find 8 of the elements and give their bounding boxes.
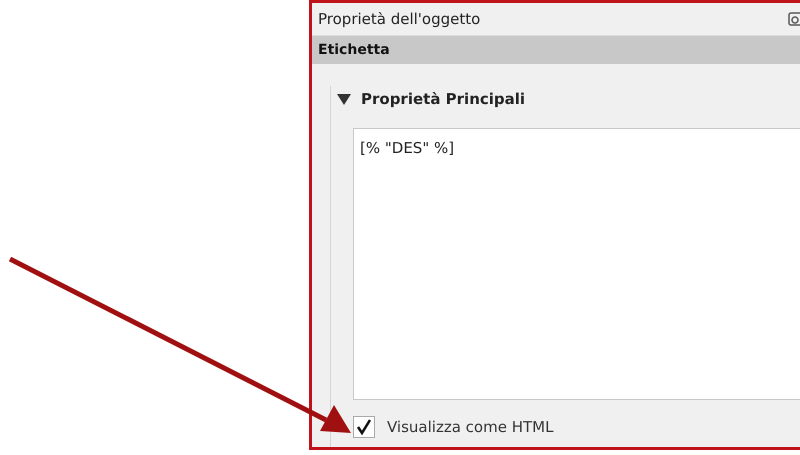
section-title: Etichetta <box>318 42 390 58</box>
checkbox[interactable] <box>353 416 375 438</box>
caret-icon <box>337 94 351 104</box>
group-header[interactable]: Proprietà Principali <box>331 90 800 108</box>
html-checkbox[interactable]: Visualizza come HTML <box>353 416 800 438</box>
panel-title: Proprietà dell'oggetto <box>318 10 480 28</box>
expression-field[interactable]: [% "DES" %] <box>353 128 800 400</box>
float-icon[interactable] <box>788 12 800 26</box>
